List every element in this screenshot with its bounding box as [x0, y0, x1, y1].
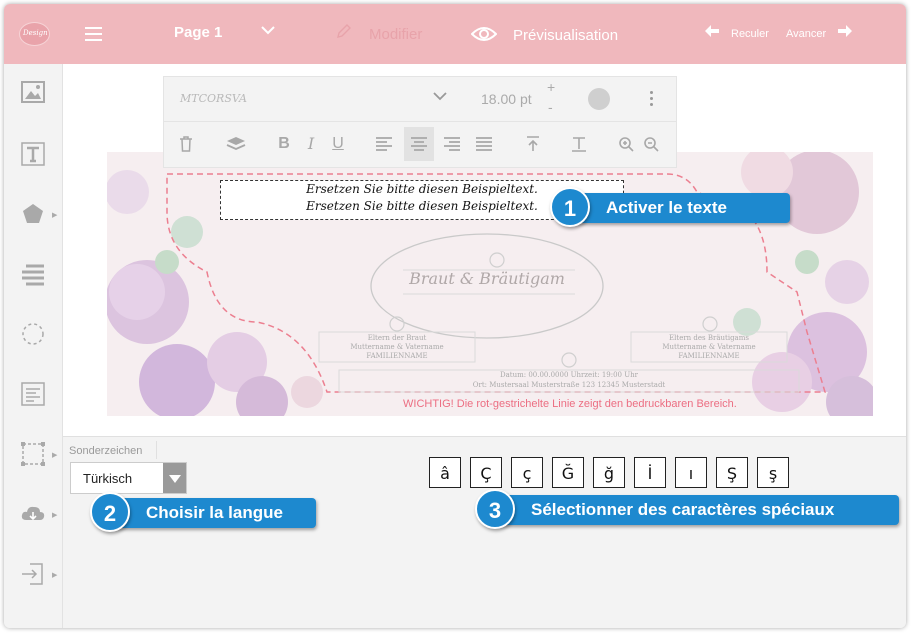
- redo-button[interactable]: Avancer: [786, 28, 826, 40]
- tool-sidebar: ▶ ▶ ▶ ▶: [4, 64, 63, 628]
- zoom-in-icon[interactable]: [612, 127, 640, 161]
- italic-icon[interactable]: I: [297, 127, 325, 161]
- lines-icon[interactable]: [20, 261, 46, 287]
- char-button[interactable]: Ç: [470, 457, 502, 488]
- trash-icon[interactable]: [172, 127, 200, 161]
- eye-icon: [471, 27, 497, 41]
- align-right-icon[interactable]: [438, 127, 466, 161]
- language-select-value: Türkisch: [83, 471, 133, 486]
- align-left-icon[interactable]: [370, 127, 398, 161]
- font-size-decrease[interactable]: -: [548, 99, 553, 115]
- more-options-icon[interactable]: [650, 91, 654, 109]
- divider: [156, 441, 157, 459]
- text-color-picker[interactable]: [588, 88, 610, 110]
- tab-preview[interactable]: Prévisualisation: [471, 24, 641, 48]
- char-button[interactable]: Ş: [716, 457, 748, 488]
- groom-parents-block[interactable]: Eltern des Bräutigams Muttername & Vatern…: [631, 334, 787, 361]
- justify-icon[interactable]: [470, 127, 498, 161]
- menu-icon[interactable]: [85, 27, 102, 41]
- exit-icon[interactable]: [20, 561, 46, 587]
- font-size-increase[interactable]: +: [547, 79, 555, 95]
- font-size-value[interactable]: 18.00 pt: [481, 91, 532, 107]
- align-center-icon[interactable]: [404, 127, 434, 161]
- bride-parents-block[interactable]: Eltern der Braut Muttername & Vatername FA…: [319, 334, 475, 361]
- tab-modify-label: Modifier: [369, 26, 423, 43]
- underline-icon[interactable]: U: [324, 127, 352, 161]
- printable-area-warning: WICHTIG! Die rot-gestrichelte Linie zeig…: [403, 398, 737, 410]
- align-box-icon[interactable]: [20, 381, 46, 407]
- char-button[interactable]: ğ: [593, 457, 625, 488]
- bold-icon[interactable]: B: [270, 127, 298, 161]
- logo: Design: [19, 22, 50, 46]
- app-window: Design Page 1 Modifier Prévisualisation …: [4, 4, 906, 628]
- vertical-align-top-icon[interactable]: [519, 127, 547, 161]
- chevron-down-icon[interactable]: [260, 20, 276, 41]
- tab-modify[interactable]: Modifier: [309, 4, 454, 66]
- text-icon[interactable]: [20, 141, 46, 167]
- zoom-out-icon[interactable]: [637, 127, 665, 161]
- char-button[interactable]: İ: [634, 457, 666, 488]
- text-style-icon[interactable]: [565, 127, 593, 161]
- char-button[interactable]: Ğ: [552, 457, 584, 488]
- select-frame-icon[interactable]: [20, 441, 46, 467]
- top-bar: Design Page 1 Modifier Prévisualisation …: [4, 4, 906, 66]
- undo-button[interactable]: Reculer: [731, 28, 769, 40]
- char-button[interactable]: ı: [675, 457, 707, 488]
- char-button[interactable]: ş: [757, 457, 789, 488]
- char-button[interactable]: ç: [511, 457, 543, 488]
- center-title[interactable]: Braut & Bräutigam: [387, 269, 587, 288]
- font-family-select[interactable]: MTCORSVA: [180, 92, 247, 105]
- logo-text: Design: [23, 29, 48, 37]
- circle-dashed-icon[interactable]: [20, 321, 46, 347]
- callout-select-special-chars: 3 Sélectionner des caractères spéciaux: [475, 489, 899, 529]
- dropdown-arrow-icon[interactable]: [163, 463, 186, 493]
- char-button[interactable]: â: [429, 457, 461, 488]
- page-selector-label[interactable]: Page 1: [174, 24, 222, 41]
- tab-preview-label: Prévisualisation: [513, 27, 619, 44]
- cloud-download-icon[interactable]: [20, 501, 46, 527]
- language-select[interactable]: Türkisch: [70, 462, 187, 494]
- callout-choose-language: 2 Choisir la langue: [90, 492, 316, 532]
- image-icon[interactable]: [20, 79, 46, 105]
- callout-activate-text: 1 Activer le texte: [550, 187, 790, 227]
- undo-arrow-icon[interactable]: [704, 24, 720, 38]
- special-characters-label: Sonderzeichen: [69, 445, 143, 457]
- shape-icon[interactable]: [20, 201, 46, 227]
- event-details-block[interactable]: Datum: 00.00.0000 Uhrzeit: 19:00 Uhr Ort:…: [339, 370, 799, 390]
- redo-arrow-icon[interactable]: [837, 24, 853, 38]
- chevron-down-icon[interactable]: [432, 89, 448, 105]
- layers-icon[interactable]: [222, 127, 250, 161]
- text-toolbar: MTCORSVA 18.00 pt + - B I U: [163, 76, 677, 168]
- pencil-icon: [337, 24, 351, 38]
